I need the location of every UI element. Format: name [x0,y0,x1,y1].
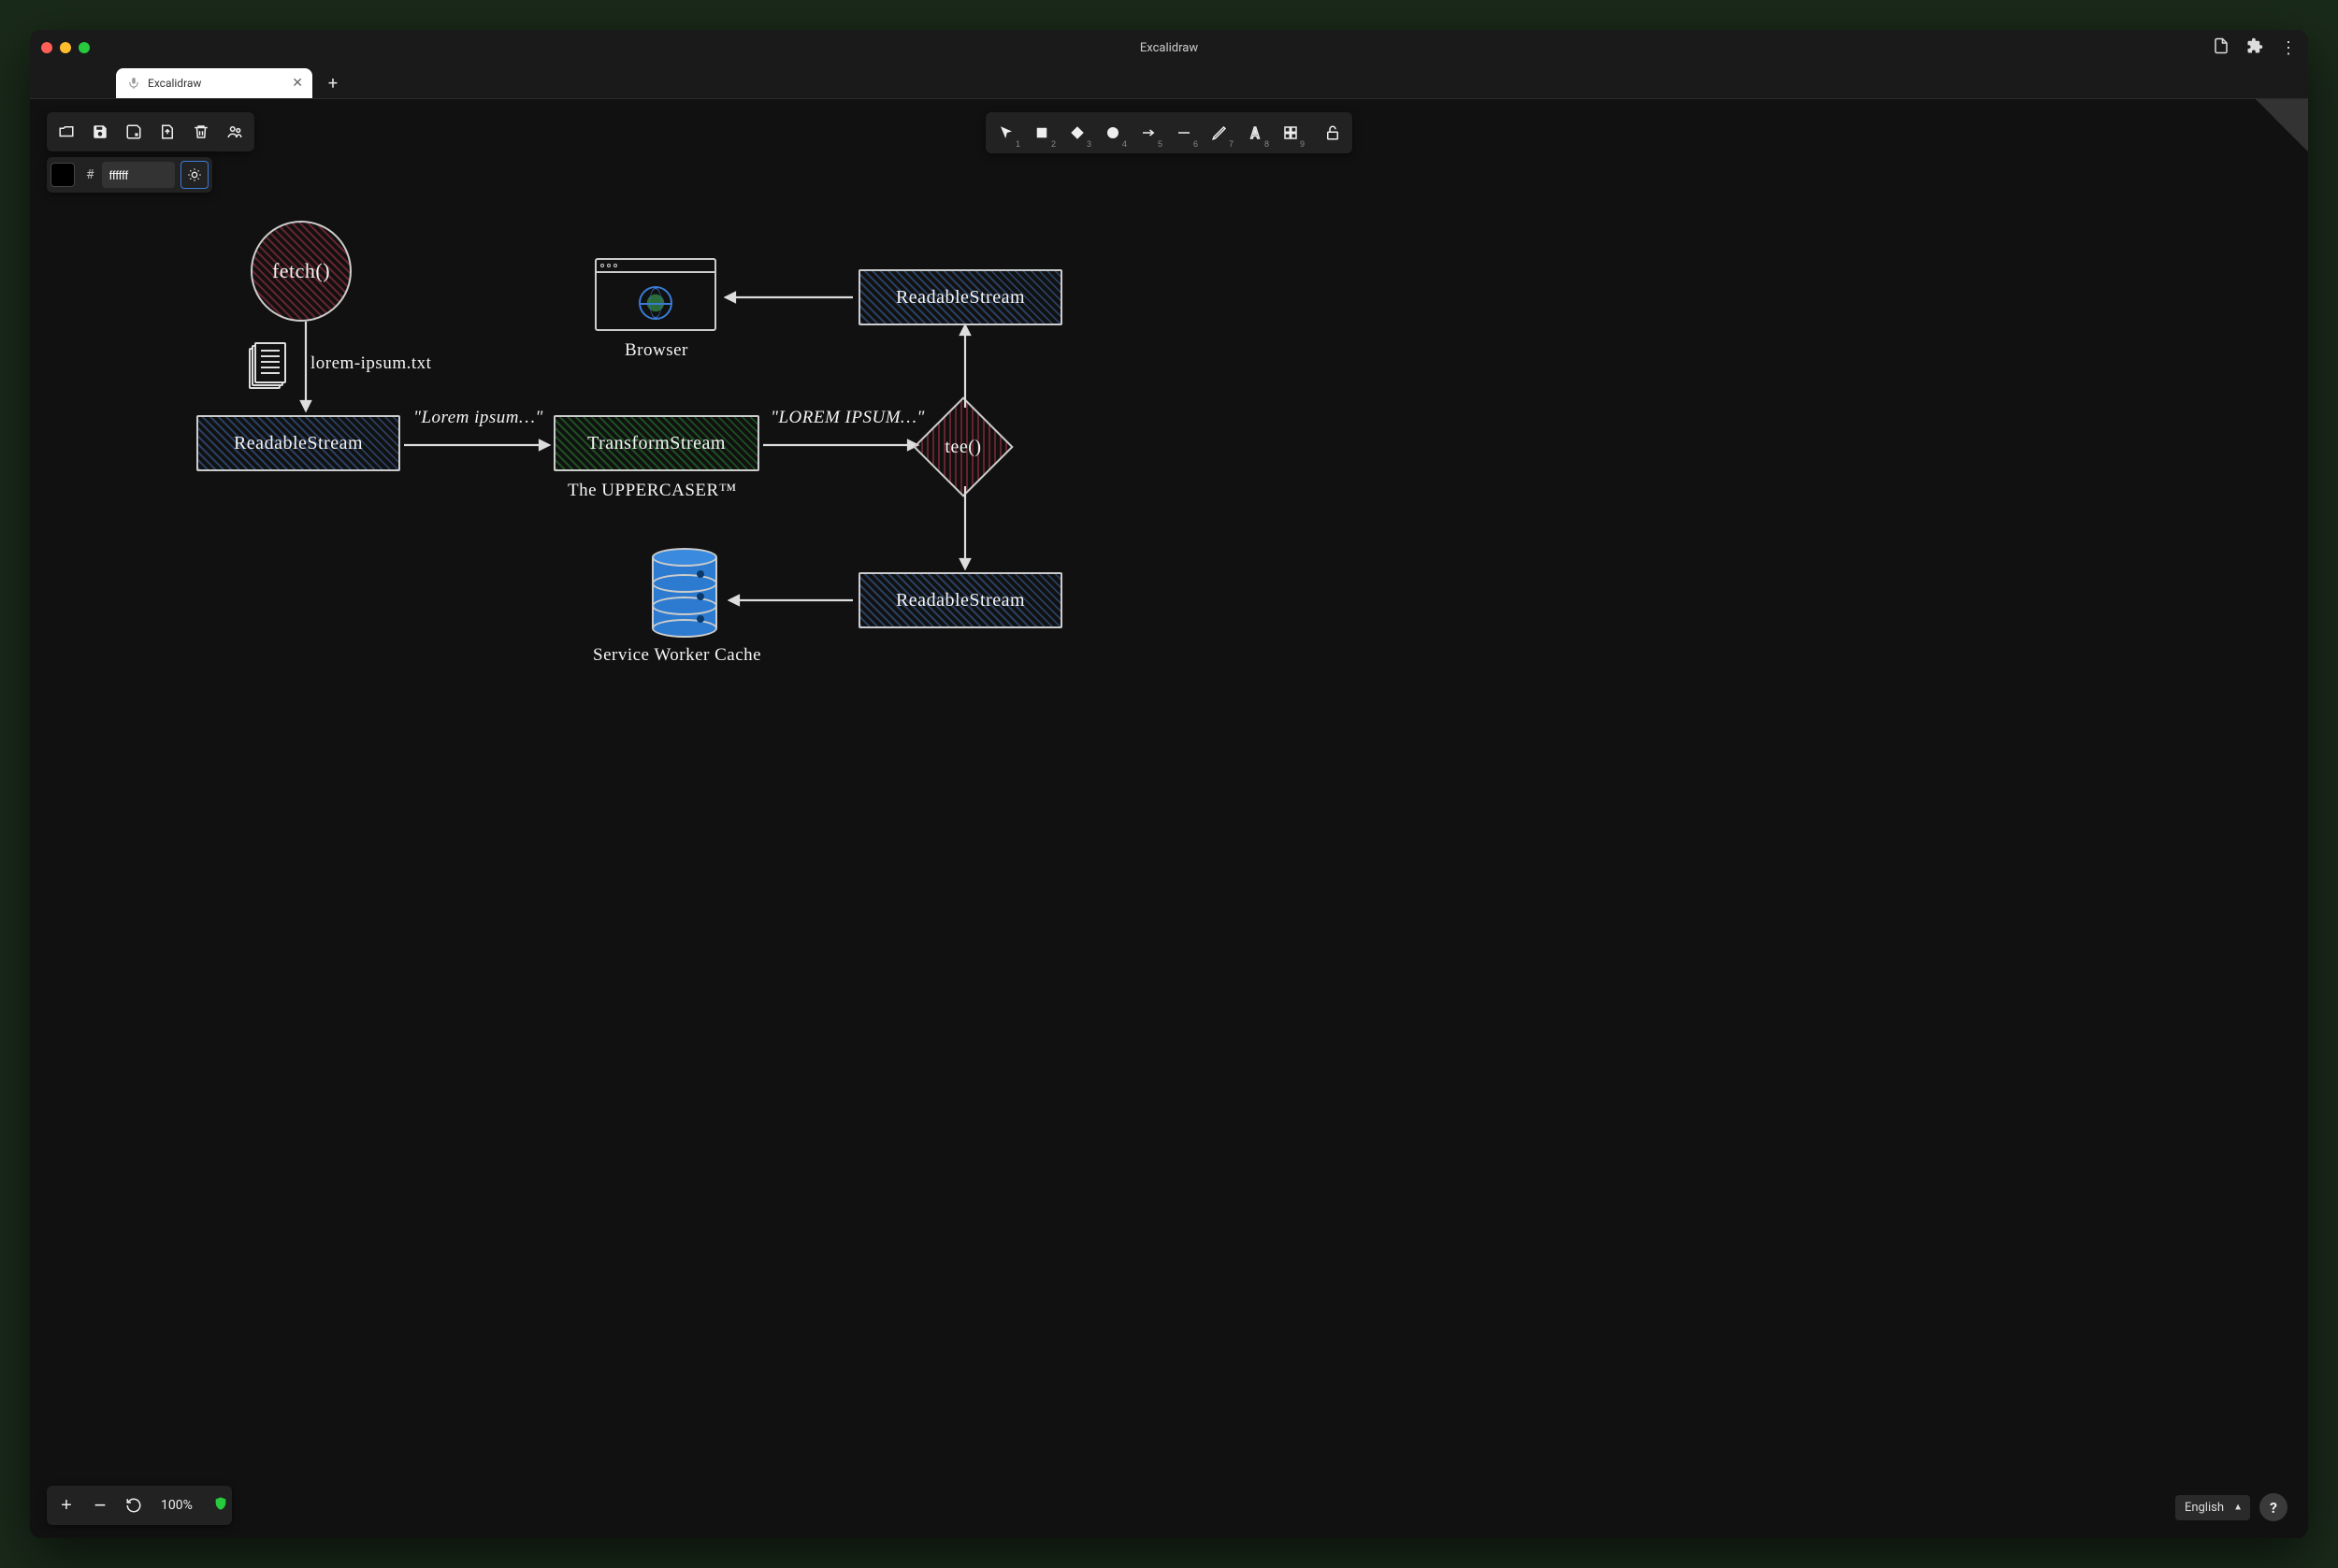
zoom-level: 100% [152,1498,202,1513]
arrow-upper[interactable] [763,434,922,456]
node-cache[interactable] [652,548,717,638]
canvas[interactable]: fetch() lorem-ipsum.txt ReadableStream "… [30,99,2308,1538]
titlebar-right: ⋮ [2213,37,2297,58]
tab-active[interactable]: Excalidraw ✕ [116,68,312,98]
tee-label: tee() [945,437,981,458]
file-label: lorem-ipsum.txt [310,353,431,374]
transform-label: TransformStream [587,433,726,454]
node-readablestream-1[interactable]: ReadableStream [196,415,400,471]
minimize-dot[interactable] [60,42,71,53]
zoom-out-button[interactable]: − [84,1489,116,1521]
language-select[interactable]: English [2175,1495,2250,1520]
traffic-lights [41,42,90,53]
arrow-to-cache[interactable] [728,589,855,611]
arrow-fetch-down[interactable] [292,322,320,415]
zoom-in-button[interactable]: + [51,1489,82,1521]
arrow-tee-down[interactable] [954,486,982,570]
readable1-label: ReadableStream [234,433,363,454]
zoom-reset-button[interactable] [118,1489,150,1521]
file-icon[interactable] [249,342,286,389]
node-tee[interactable]: tee() [928,411,999,482]
fetch-label: fetch() [272,259,330,283]
page-icon[interactable] [2213,37,2230,58]
footer-right: English ▲ ? [2172,1489,2291,1525]
cache-label: Service Worker Cache [593,645,761,666]
tab-close-icon[interactable]: ✕ [292,76,303,91]
readable-bottom-label: ReadableStream [896,590,1025,611]
browser-label: Browser [625,340,688,361]
more-icon[interactable]: ⋮ [2280,38,2297,58]
language-value: English [2185,1501,2224,1515]
help-button[interactable]: ? [2259,1493,2287,1521]
language-select-wrap: English ▲ [2175,1495,2250,1520]
globe-icon [639,286,672,320]
window-title: Excalidraw [1140,41,1198,55]
node-fetch[interactable]: fetch() [251,221,352,322]
readable-top-label: ReadableStream [896,287,1025,309]
arrow-tee-up[interactable] [954,325,982,410]
tab-favicon-icon [127,77,140,90]
extensions-icon[interactable] [2246,37,2263,58]
mini-titlebar [597,260,714,273]
node-transformstream[interactable]: TransformStream [554,415,759,471]
node-readablestream-top[interactable]: ReadableStream [859,269,1062,325]
transform-sublabel: The UPPERCASER™ [568,481,737,501]
zoom-panel: + − 100% [47,1486,232,1525]
node-browser[interactable] [595,258,716,331]
arrow-to-browser[interactable] [724,286,855,309]
node-readablestream-bottom[interactable]: ReadableStream [859,572,1062,628]
tab-label: Excalidraw [148,77,201,90]
close-dot[interactable] [41,42,52,53]
mac-window: Excalidraw ⋮ Excalidraw ✕ + [30,30,2308,1538]
excalidraw-app: # 1 2 3 4 5 6 7 8 9 fetch() [30,99,2308,1538]
new-tab-button[interactable]: + [320,70,346,96]
maximize-dot[interactable] [79,42,90,53]
arrow-lorem[interactable] [404,434,554,456]
upper-label: "LOREM IPSUM…" [771,408,925,428]
tab-bar: Excalidraw ✕ + [30,65,2308,99]
mac-titlebar: Excalidraw ⋮ [30,30,2308,65]
lorem-label: "Lorem ipsum…" [413,408,543,428]
shield-icon[interactable] [213,1496,228,1515]
